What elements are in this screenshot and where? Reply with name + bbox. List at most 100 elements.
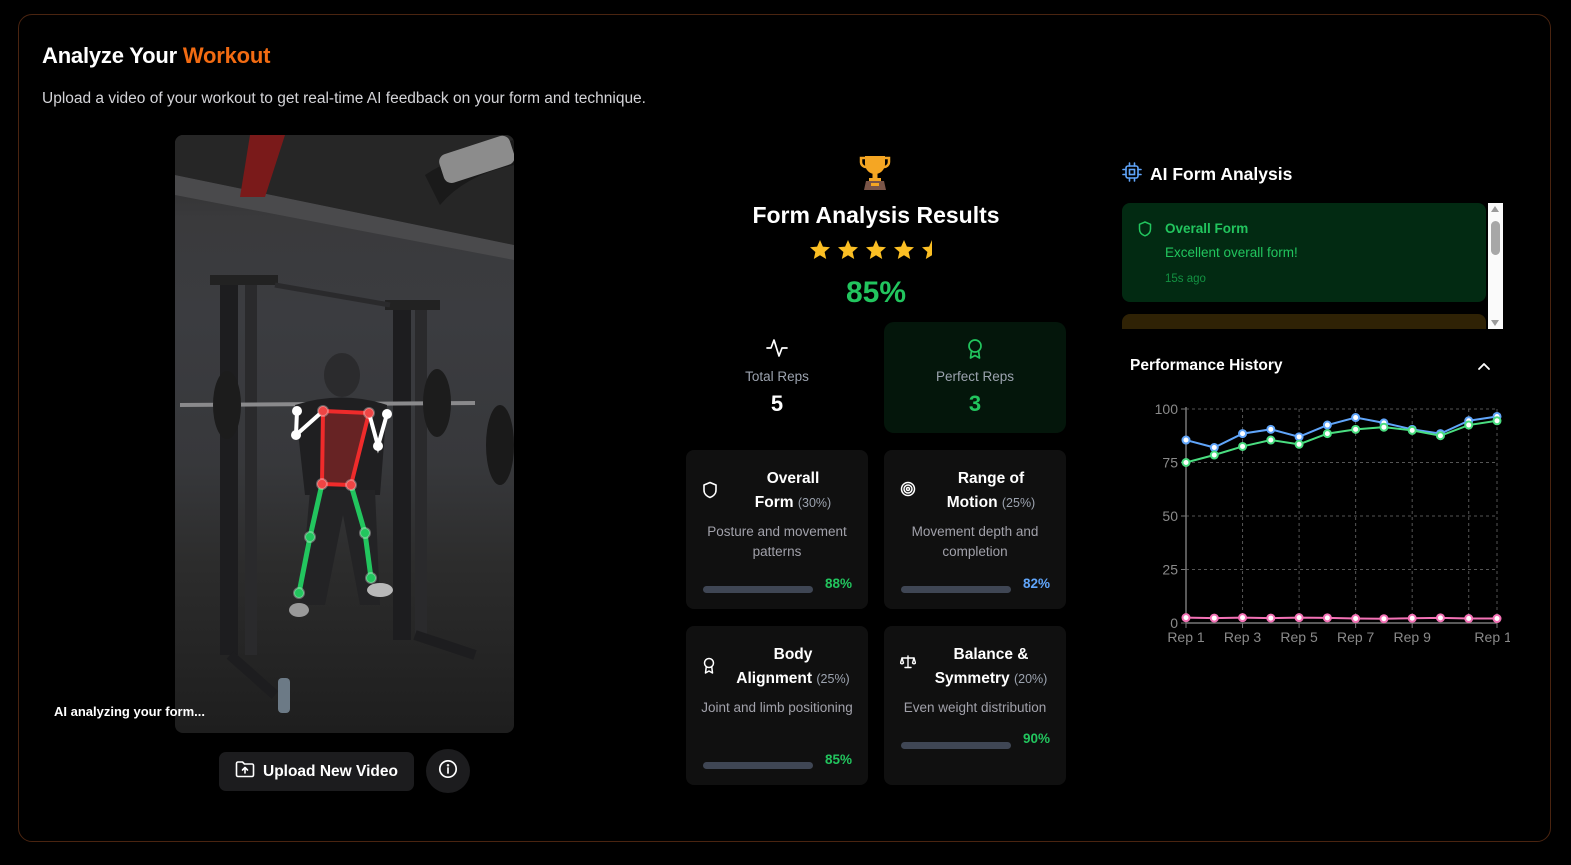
trophy-icon xyxy=(858,153,892,191)
metric-value: 82% xyxy=(1022,576,1050,591)
rack-foot-right xyxy=(413,630,477,660)
joint-right-hip xyxy=(345,479,357,491)
scale-icon xyxy=(899,655,917,674)
series-pink-point xyxy=(1266,613,1276,623)
metric-weight: (20%) xyxy=(1013,672,1048,686)
joint-right-elbow xyxy=(373,441,383,451)
metric-title-line1: Range of xyxy=(957,470,1025,487)
scroll-down-arrow[interactable] xyxy=(1491,320,1499,326)
weight-plate-right xyxy=(423,369,451,437)
x-tick-label: Rep 9 xyxy=(1394,629,1432,645)
metric-title: Balance & Symmetry (20%) xyxy=(924,643,1058,691)
collapse-toggle-button[interactable] xyxy=(1474,357,1494,377)
star-icon xyxy=(810,240,830,259)
metric-description: Posture and movement patterns xyxy=(707,524,847,559)
x-tick-label: Rep 12 xyxy=(1474,629,1510,645)
y-tick-label: 75 xyxy=(1162,455,1178,471)
upload-new-video-button[interactable]: Upload New Video xyxy=(219,752,414,791)
series-green-point xyxy=(1322,429,1332,439)
scroll-up-arrow[interactable] xyxy=(1491,206,1499,212)
y-tick-label: 25 xyxy=(1162,562,1178,578)
series-pink-point xyxy=(1238,613,1248,623)
series-green-point xyxy=(1435,431,1445,441)
joint-right-ankle xyxy=(365,572,377,584)
person-shoe-right xyxy=(367,583,393,597)
upload-label: Upload New Video xyxy=(263,762,398,780)
metric-progress-bar xyxy=(901,742,1011,749)
y-tick-label: 100 xyxy=(1155,401,1179,417)
x-tick-label: Rep 5 xyxy=(1280,629,1318,645)
series-pink-point xyxy=(1322,613,1332,623)
metric-title: Range of Motion (25%) xyxy=(924,467,1058,515)
series-blue-point xyxy=(1294,432,1304,442)
series-blue-point xyxy=(1209,443,1219,453)
metric-title-line1: Balance & xyxy=(953,646,1029,663)
series-pink-point xyxy=(1294,613,1304,623)
series-pink-point xyxy=(1492,614,1502,624)
series-blue-point xyxy=(1351,413,1361,423)
metric-card-range-of-motion: Range of Motion (25%) Movement depth and… xyxy=(884,450,1066,609)
star-icon xyxy=(894,240,914,259)
joint-right-wrist xyxy=(382,409,392,419)
shield-icon xyxy=(1138,221,1152,242)
series-green-point xyxy=(1181,458,1191,467)
series-green-point xyxy=(1209,450,1219,460)
metric-title-line1: Body xyxy=(773,646,813,663)
series-green-line xyxy=(1185,419,1498,464)
metric-card-body-alignment: Body Alignment (25%) Joint and limb posi… xyxy=(686,626,868,785)
feedback-item-warning xyxy=(1122,314,1486,329)
metric-title-line2: Motion xyxy=(946,494,998,511)
joint-left-ankle xyxy=(293,587,305,599)
series-blue-point xyxy=(1181,435,1191,445)
plate-rack xyxy=(486,405,514,485)
video-scene xyxy=(175,135,514,713)
joint-left-knee xyxy=(304,531,316,543)
award-icon xyxy=(966,338,984,365)
target-icon xyxy=(900,481,916,502)
series-pink-point xyxy=(1351,614,1361,624)
page-subtitle: Upload a video of your workout to get re… xyxy=(42,90,646,107)
person-shoe-left xyxy=(289,603,309,617)
total-reps-card: Total Reps 5 xyxy=(686,322,868,433)
metric-progress-fill xyxy=(703,762,813,769)
metric-title-line2: Symmetry xyxy=(934,670,1010,687)
perfect-reps-label: Perfect Reps xyxy=(935,369,1015,384)
page-title: Analyze Your Workout xyxy=(42,43,270,69)
star-rating xyxy=(808,238,944,262)
star-icon xyxy=(922,240,932,259)
feedback-message: Excellent overall form! xyxy=(1165,245,1298,260)
scroll-thumb[interactable] xyxy=(1491,221,1500,255)
joint-left-shoulder xyxy=(317,405,329,417)
series-green-point xyxy=(1351,424,1361,434)
info-icon xyxy=(438,759,458,784)
cpu-icon xyxy=(1122,162,1142,187)
rack-post-right-2 xyxy=(415,300,427,640)
series-green-point xyxy=(1294,439,1304,449)
workout-video[interactable] xyxy=(175,135,514,733)
metric-description: Joint and limb positioning xyxy=(701,700,853,715)
x-tick-label: Rep 7 xyxy=(1337,629,1375,645)
metric-weight: (25%) xyxy=(816,672,850,686)
ai-feedback-feed[interactable]: Overall Form Excellent overall form! 15s… xyxy=(1122,203,1503,329)
chevron-up-icon xyxy=(1474,363,1494,381)
rack-post-left xyxy=(220,275,238,655)
rack-crossbar xyxy=(274,282,391,308)
water-bottle xyxy=(278,678,290,713)
feed-scrollbar[interactable] xyxy=(1488,203,1503,329)
metric-value: 90% xyxy=(1022,731,1050,746)
metric-title: Overall Form (30%) xyxy=(726,467,860,515)
series-green-point xyxy=(1464,420,1474,430)
metric-weight: (25%) xyxy=(1001,496,1036,510)
rack-post-right xyxy=(393,300,411,640)
perfect-reps-card: Perfect Reps 3 xyxy=(884,322,1066,433)
rack-top-left xyxy=(210,275,278,285)
metric-card-overall-form: Overall Form (30%) Posture and movement … xyxy=(686,450,868,609)
folder-upload-icon xyxy=(235,760,255,783)
joint-right-knee xyxy=(359,527,371,539)
shield-icon xyxy=(702,481,718,504)
series-green-point xyxy=(1407,425,1417,435)
joint-left-hip xyxy=(316,478,328,490)
metric-title-line2: Alignment xyxy=(736,670,813,687)
joint-right-shoulder xyxy=(363,407,375,419)
info-button[interactable] xyxy=(426,749,470,793)
